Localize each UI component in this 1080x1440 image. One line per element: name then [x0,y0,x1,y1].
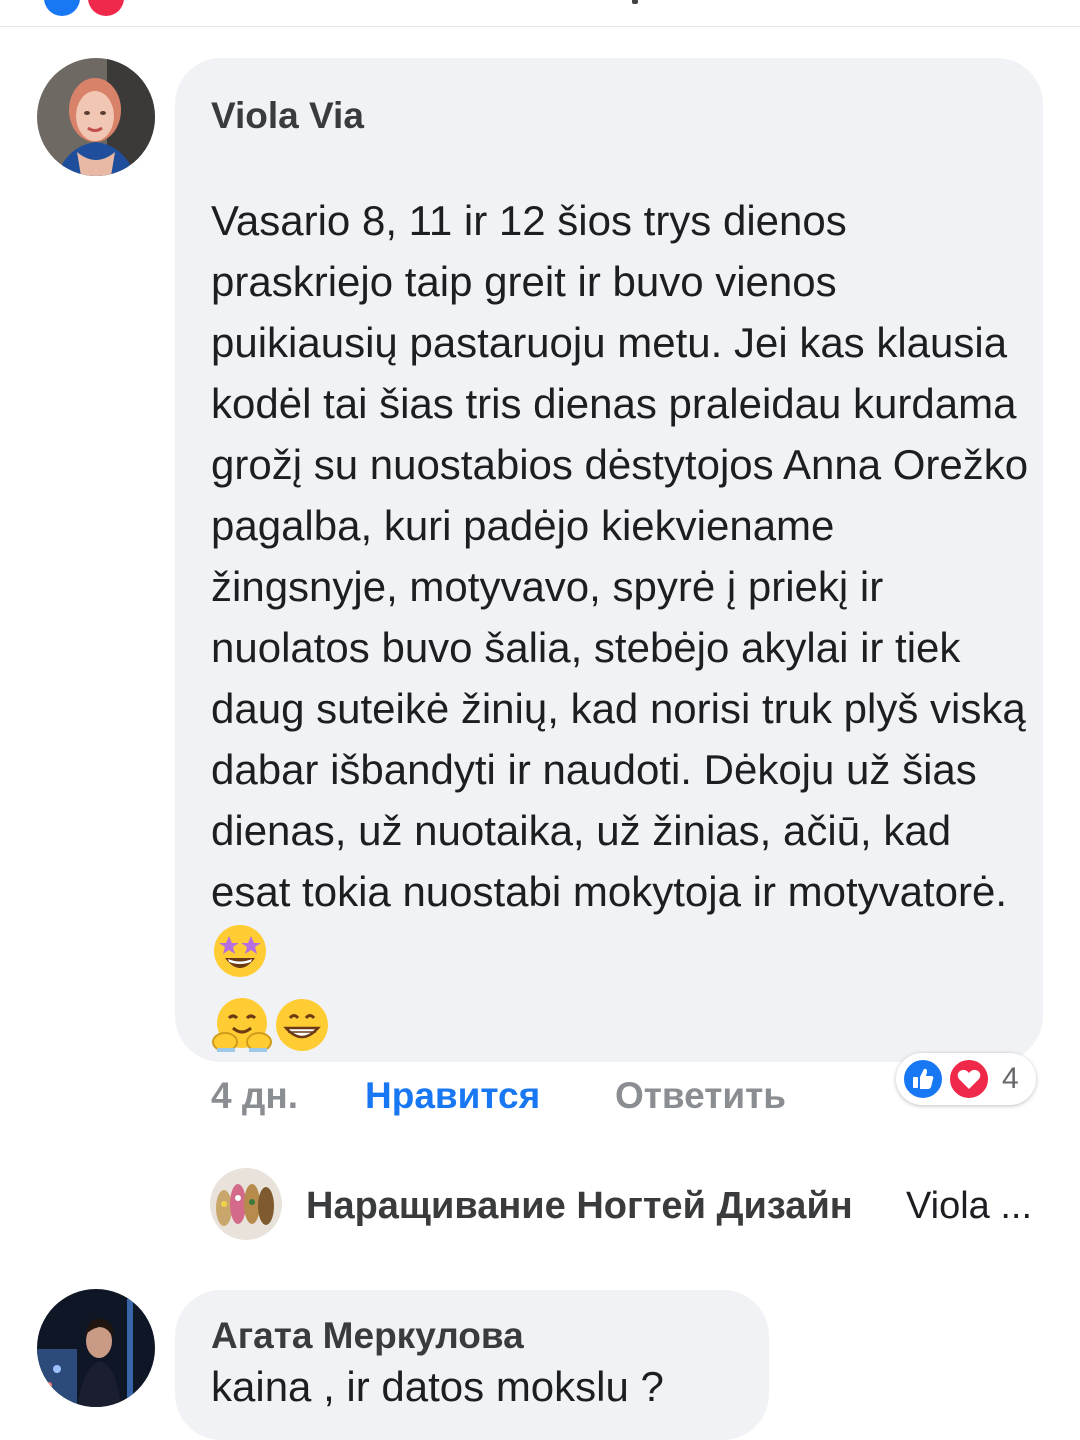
comment-author[interactable]: Viola Via [211,94,364,138]
comment-bubble: Viola Via Vasario 8, 11 ir 12 šios trys … [175,58,1043,1062]
avatar[interactable] [37,58,155,176]
avatar[interactable] [37,1289,155,1407]
reply-author[interactable]: Наращивание Ногтей Дизайн [306,1184,853,1228]
like-icon [44,0,80,16]
hugging-face-icon [211,996,273,1070]
reaction-summary[interactable]: 4 [896,1053,1036,1105]
previous-comment-reaction-bar [0,0,1080,27]
comment-text: kaina , ir datos mokslu ? [211,1363,664,1410]
grinning-face-icon [273,996,331,1070]
cropped-text-fragment [632,0,638,4]
like-button[interactable]: Нравится [365,1074,540,1118]
like-icon [902,1058,944,1105]
reaction-count: 4 [1002,1062,1019,1095]
reply-preview[interactable]: Наращивание Ногтей Дизайн Viola ... [210,1166,1050,1242]
love-icon [948,1058,990,1105]
comment-body: Vasario 8, 11 ir 12 šios trys dienos pra… [211,197,1029,915]
star-struck-icon [211,922,269,996]
love-icon [88,0,124,16]
comment-author[interactable]: Агата Меркулова [211,1314,524,1358]
avatar[interactable] [210,1168,282,1240]
comment-bubble: Агата Меркулова kaina , ir datos mokslu … [175,1290,769,1440]
reply-snippet: Viola ... [906,1185,1033,1227]
reply-button[interactable]: Ответить [615,1074,786,1118]
comment-text: Vasario 8, 11 ir 12 šios trys dienos pra… [211,190,1031,1070]
comment-timestamp[interactable]: 4 дн. [211,1074,298,1118]
